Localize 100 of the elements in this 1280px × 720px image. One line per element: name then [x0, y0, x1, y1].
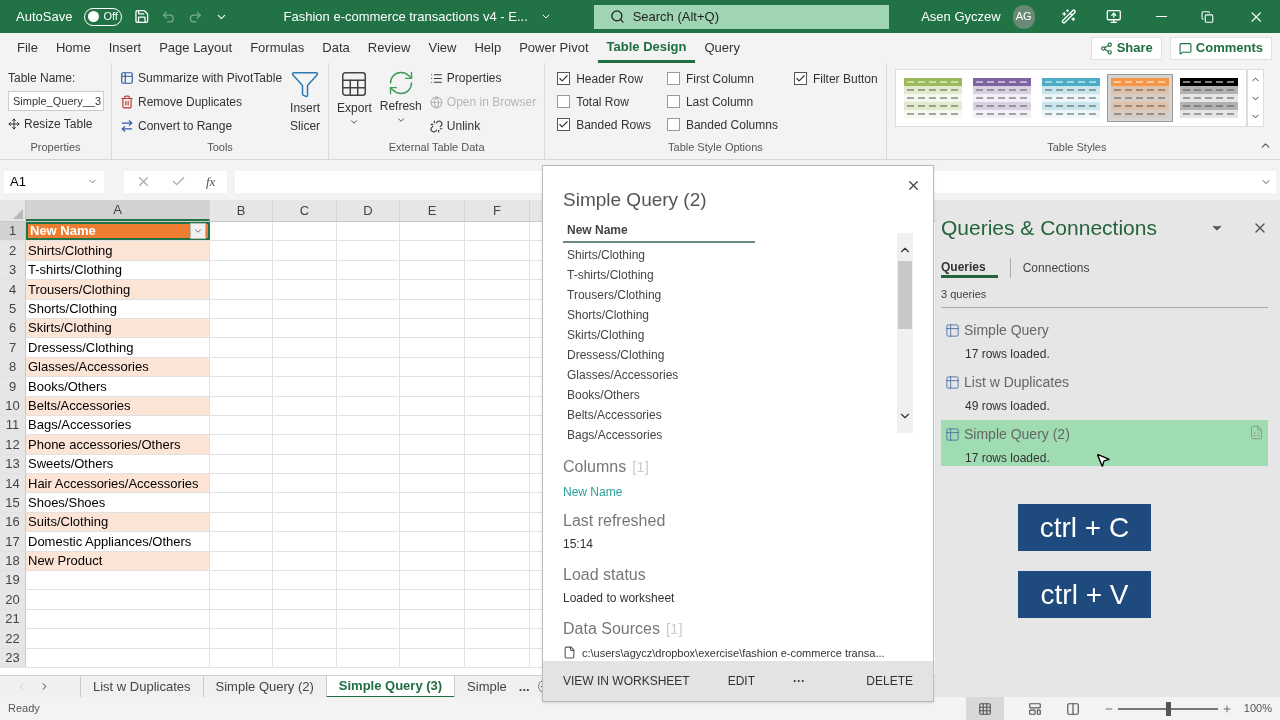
undo-icon	[161, 8, 177, 25]
row-number: 9	[0, 377, 26, 396]
zoom-in-icon	[1221, 703, 1232, 714]
share-button[interactable]: Share	[1090, 36, 1162, 60]
pane-tab[interactable]: Connections	[1009, 257, 1102, 278]
pane-tab[interactable]: Queries	[941, 257, 998, 278]
resize-table-button[interactable]: Resize Table	[8, 115, 103, 133]
table-name-field[interactable]: Simple_Query__3	[8, 91, 104, 111]
preview-row-text: Shorts/Clothing	[566, 306, 651, 324]
column-header[interactable]: D	[337, 200, 400, 221]
column-header[interactable]: F	[465, 200, 530, 221]
export-button[interactable]: Export	[337, 69, 372, 135]
checkbox-label: First Column	[685, 70, 754, 88]
ribbon-tab[interactable]: Review	[358, 33, 420, 63]
convert-range-button[interactable]: Convert to Range	[120, 117, 283, 135]
wand-icon	[1060, 8, 1077, 25]
shortcut-hint: ctrl + C	[1018, 504, 1151, 551]
remove-duplicates-button[interactable]: Remove Duplicates	[120, 93, 283, 111]
insert-function-button[interactable]: fx	[206, 171, 216, 192]
row-number: 2	[0, 241, 26, 260]
query-name: Simple Query (2)	[964, 425, 1070, 444]
search-icon	[609, 9, 625, 24]
checkbox-label: Banded Rows	[576, 116, 651, 134]
table-cell: Shoes/Shoes	[26, 493, 210, 512]
column-header[interactable]: B	[210, 200, 273, 221]
table-cell: Phone accessories/Others	[26, 435, 210, 454]
checkbox-label: Header Row	[576, 70, 643, 88]
section-heading: Data Sources	[563, 618, 660, 639]
minimize-icon[interactable]	[1155, 15, 1167, 18]
page-break-icon	[1065, 701, 1080, 716]
external-data-button[interactable]: Unlink	[429, 117, 537, 135]
query-item[interactable]: List w Duplicates 49 rows loaded.	[941, 368, 1268, 414]
popup-footer-button[interactable]: EDIT	[727, 672, 756, 690]
group-label: Table Style Options	[667, 139, 764, 155]
popup-footer-button[interactable]: DELETE	[866, 672, 913, 690]
resize-icon	[8, 118, 20, 130]
query-item[interactable]: Simple Query 17 rows loaded.	[941, 316, 1268, 362]
ribbon-tab[interactable]: Page Layout	[150, 33, 242, 63]
query-status: 17 rows loaded.	[965, 346, 1050, 363]
table-cell: Domestic Appliances/Others	[26, 532, 210, 551]
pane-title: Queries & Connections	[941, 215, 1157, 241]
caret-icon	[395, 115, 406, 125]
ribbon-tab[interactable]: View	[419, 33, 466, 63]
mouse-pointer-icon	[1095, 452, 1111, 468]
checkbox[interactable]	[793, 72, 807, 85]
table-cell: Dressess/Clothing	[26, 338, 210, 357]
checkbox[interactable]	[666, 95, 680, 108]
group-label: Table Styles	[1047, 139, 1107, 155]
row-number: 15	[0, 493, 26, 512]
query-item[interactable]: Simple Query (2) 17 rows loaded.	[941, 420, 1268, 466]
ribbon-tab[interactable]: Insert	[99, 33, 151, 63]
scrollbar[interactable]	[897, 232, 913, 433]
popup-footer-button[interactable]: ···	[793, 672, 806, 690]
ribbon-tab[interactable]: Power Pivot	[510, 33, 598, 63]
external-data-button[interactable]: Properties	[429, 69, 537, 87]
table-style-swatch[interactable]	[1106, 74, 1173, 122]
more-sheets-button[interactable]: ...	[518, 676, 530, 697]
column-header[interactable]: C	[273, 200, 337, 221]
ribbon-tab[interactable]: Query	[695, 33, 749, 63]
preview-row-text: Glasses/Accessories	[566, 366, 680, 384]
query-name: List w Duplicates	[964, 373, 1070, 392]
search-field[interactable]: Search (Alt+Q)	[593, 4, 890, 29]
preview-row-text: Skirts/Clothing	[566, 326, 646, 344]
column-header[interactable]: A	[26, 200, 210, 221]
comments-button[interactable]: Comments	[1169, 36, 1272, 60]
filter-dropdown-button[interactable]	[190, 223, 206, 240]
checkbox-label: Last Column	[685, 93, 754, 111]
status-text: Ready	[8, 701, 40, 717]
checkbox[interactable]	[666, 118, 680, 131]
summarize-pivot-button[interactable]: Summarize with PivotTable	[120, 69, 283, 87]
ribbon-tab[interactable]: Help	[465, 33, 511, 63]
checkbox-label: Filter Button	[812, 70, 878, 88]
checkbox[interactable]	[557, 72, 571, 85]
zoom-slider-thumb[interactable]	[1165, 701, 1171, 716]
section-heading: Last refreshed	[563, 510, 667, 531]
query-status: 49 rows loaded.	[965, 398, 1050, 415]
ribbon-tab[interactable]: File	[8, 33, 47, 63]
user-avatar[interactable]: AG	[1012, 4, 1035, 29]
row-number: 1	[0, 222, 26, 241]
checkbox[interactable]	[557, 118, 571, 131]
row-number: 17	[0, 532, 26, 551]
zoom-level: 100%	[1243, 701, 1272, 717]
section-heading: Columns	[563, 456, 627, 477]
select-all-icon	[13, 209, 23, 219]
checkbox[interactable]	[557, 95, 571, 108]
document-icon	[1249, 425, 1264, 440]
ribbon-tab[interactable]: Formulas	[241, 33, 314, 63]
refresh-button[interactable]: Refresh	[379, 69, 422, 135]
ribbon-tab[interactable]: Data	[313, 33, 359, 63]
normal-view-button[interactable]	[965, 697, 1004, 720]
close-icon	[906, 178, 921, 193]
name-box[interactable]: A1	[4, 170, 104, 193]
checkbox[interactable]	[666, 72, 680, 85]
column-header[interactable]: E	[400, 200, 465, 221]
insert-slicer-button[interactable]: Insert Slicer	[290, 69, 321, 135]
table-cell: Shirts/Clothing	[26, 241, 210, 260]
popup-footer-button[interactable]: VIEW IN WORKSHEET	[563, 672, 690, 690]
sheet-tab[interactable]: Simple Query (3)	[325, 675, 455, 698]
ribbon-tab[interactable]: Home	[46, 33, 100, 63]
row-number: 14	[0, 474, 26, 493]
